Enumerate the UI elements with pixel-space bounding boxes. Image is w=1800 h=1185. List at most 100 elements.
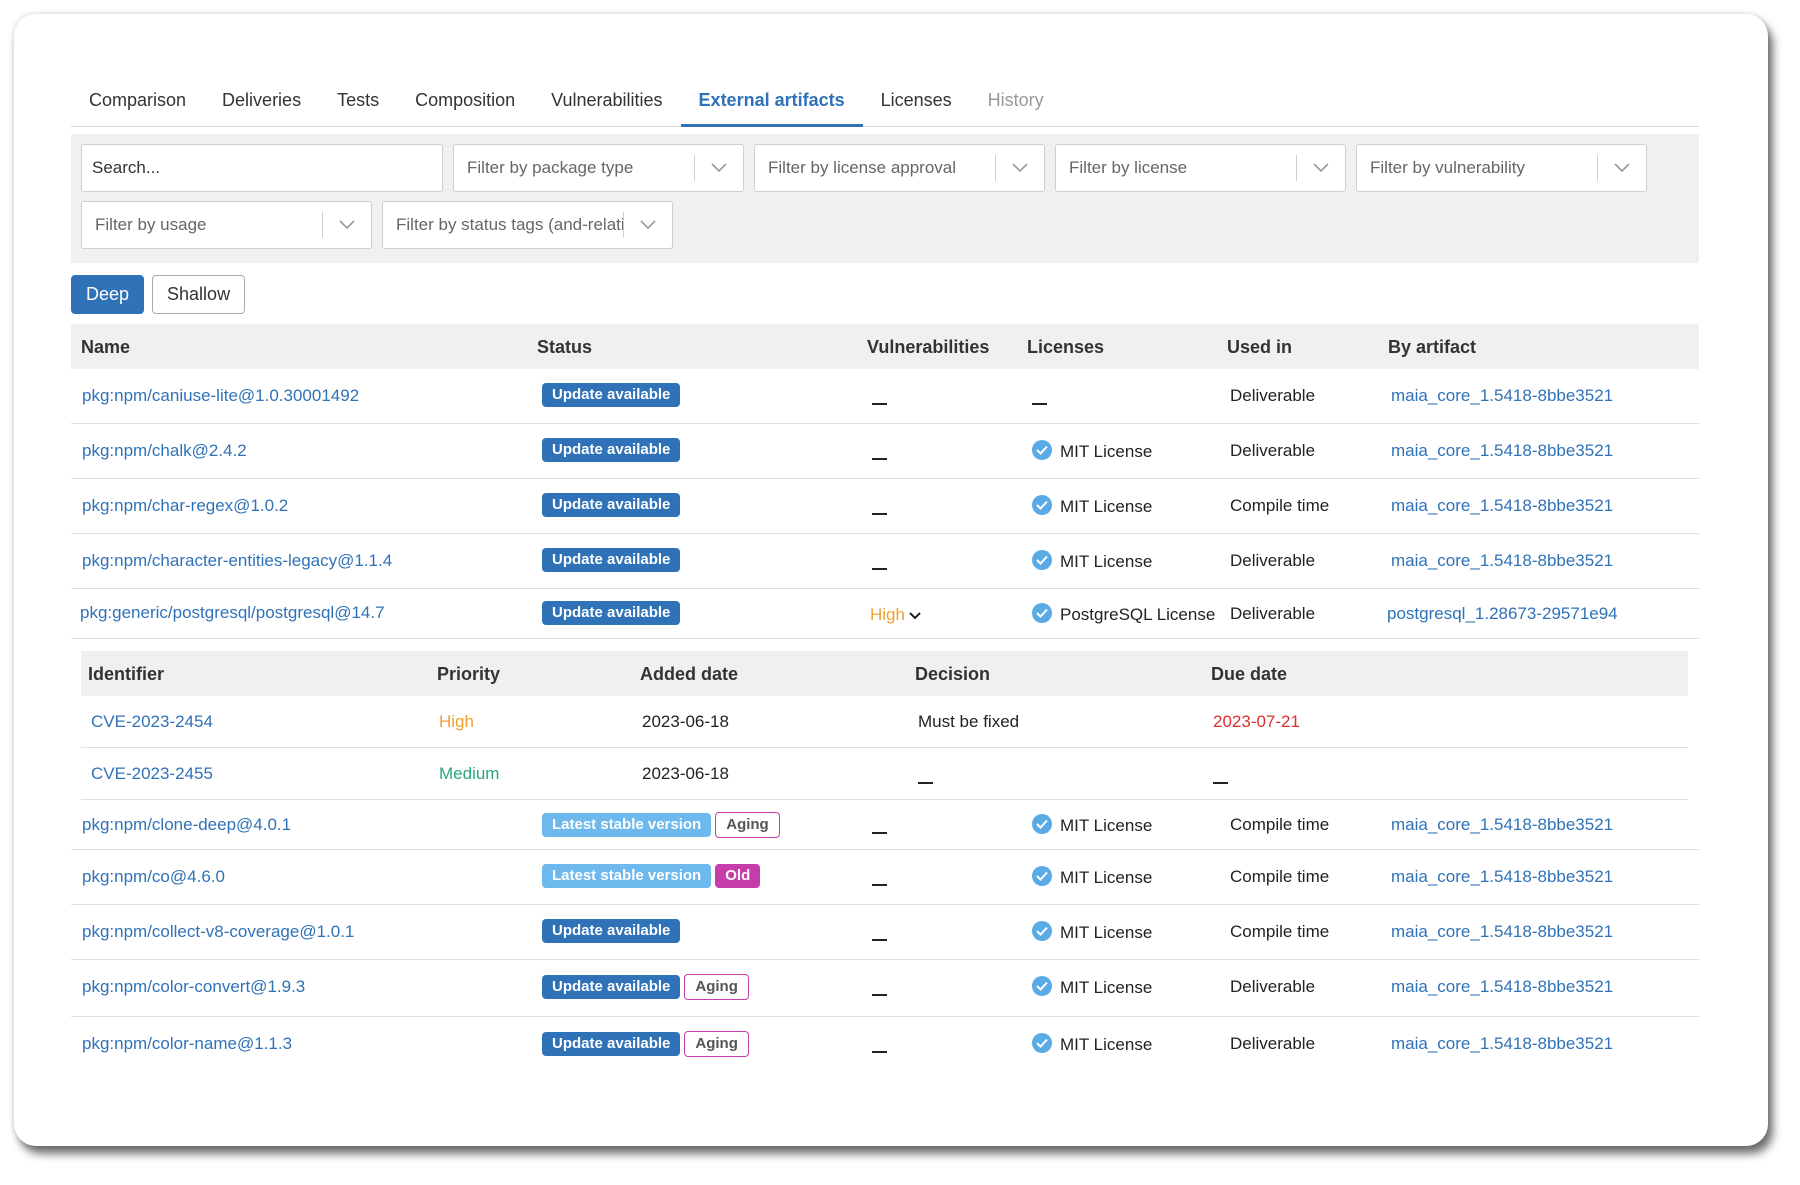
artifact-link[interactable]: maia_core_1.5418-8bbe3521: [1391, 815, 1613, 835]
header-name[interactable]: Name: [81, 337, 130, 358]
vulnerability-toggle[interactable]: High: [870, 605, 921, 625]
artifact-link[interactable]: postgresql_1.28673-29571e94: [1387, 604, 1618, 624]
status-tags-select[interactable]: Filter by status tags (and-relation): [382, 201, 673, 249]
license-approval-select[interactable]: Filter by license approval: [754, 144, 1045, 192]
chevron-down-icon[interactable]: [695, 163, 743, 173]
header-priority: Priority: [437, 664, 501, 684]
vulnerability-severity: High: [870, 605, 905, 624]
empty-dash: [918, 781, 933, 784]
cve-link[interactable]: CVE-2023-2454: [91, 712, 213, 732]
header-vulnerabilities[interactable]: Vulnerabilities: [867, 337, 989, 358]
license-label: MIT License: [1060, 497, 1153, 516]
used-in-value: Compile time: [1230, 815, 1330, 834]
header-by-artifact[interactable]: By artifact: [1388, 337, 1476, 358]
table-row[interactable]: pkg:npm/co@4.6.0 Latest stable version Ol…: [71, 850, 1699, 905]
update-available-badge: Update available: [542, 383, 681, 407]
tab-licenses[interactable]: Licenses: [863, 72, 970, 127]
priority-value: Medium: [439, 764, 500, 783]
latest-stable-badge: Latest stable version: [542, 813, 712, 837]
usage-select[interactable]: Filter by usage: [81, 201, 372, 249]
package-link[interactable]: pkg:npm/collect-v8-coverage@1.0.1: [82, 922, 354, 942]
check-circle-icon: [1032, 921, 1052, 941]
table-row[interactable]: pkg:npm/caniuse-lite@1.0.30001492 Update…: [71, 369, 1699, 424]
check-circle-icon: [1032, 495, 1052, 515]
old-tag: Old: [715, 864, 761, 888]
table-row[interactable]: pkg:npm/color-convert@1.9.3 Update avail…: [71, 960, 1699, 1017]
header-used-in[interactable]: Used in: [1227, 337, 1292, 358]
due-date-value: 2023-07-21: [1213, 712, 1300, 731]
table-row[interactable]: pkg:npm/character-entities-legacy@1.1.4 …: [71, 534, 1699, 589]
added-date-value: 2023-06-18: [642, 764, 729, 783]
tab-vulnerabilities[interactable]: Vulnerabilities: [533, 72, 680, 127]
package-link[interactable]: pkg:npm/color-name@1.1.3: [82, 1034, 292, 1054]
artifact-link[interactable]: maia_core_1.5418-8bbe3521: [1391, 922, 1613, 942]
update-available-badge: Update available: [542, 1032, 681, 1056]
update-available-badge: Update available: [542, 601, 681, 625]
window-card: Comparison Deliveries Tests Composition …: [14, 14, 1768, 1146]
cve-link[interactable]: CVE-2023-2455: [91, 764, 213, 784]
package-link[interactable]: pkg:npm/char-regex@1.0.2: [82, 496, 288, 516]
table-row[interactable]: pkg:npm/char-regex@1.0.2 Update availabl…: [71, 479, 1699, 534]
header-status[interactable]: Status: [537, 337, 592, 358]
aging-tag: Aging: [684, 1031, 749, 1057]
table-row-expanded[interactable]: pkg:generic/postgresql/postgresql@14.7 U…: [71, 589, 1699, 639]
license-label: MIT License: [1060, 1035, 1153, 1054]
tab-comparison[interactable]: Comparison: [71, 72, 204, 127]
package-link[interactable]: pkg:generic/postgresql/postgresql@14.7: [80, 603, 385, 623]
package-link[interactable]: pkg:npm/co@4.6.0: [82, 867, 225, 887]
license-select[interactable]: Filter by license: [1055, 144, 1346, 192]
vulnerability-row[interactable]: CVE-2023-2455 Medium 2023-06-18: [81, 748, 1688, 800]
priority-value: High: [439, 712, 474, 731]
empty-dash: [872, 457, 887, 460]
update-available-badge: Update available: [542, 919, 681, 943]
header-due-date: Due date: [1211, 664, 1288, 684]
artifacts-table: Name Status Vulnerabilities Licenses Use…: [71, 324, 1699, 1072]
package-link[interactable]: pkg:npm/color-convert@1.9.3: [82, 977, 305, 997]
license-label: PostgreSQL License: [1060, 605, 1216, 624]
main-content: Comparison Deliveries Tests Composition …: [71, 72, 1699, 1072]
update-available-badge: Update available: [542, 438, 681, 462]
aging-tag: Aging: [715, 812, 780, 838]
vulnerability-row[interactable]: CVE-2023-2454 High 2023-06-18 Must be fi…: [81, 696, 1688, 748]
empty-dash: [872, 993, 887, 996]
package-link[interactable]: pkg:npm/chalk@2.4.2: [82, 441, 247, 461]
package-type-select[interactable]: Filter by package type: [453, 144, 744, 192]
aging-tag: Aging: [684, 974, 749, 1000]
chevron-down-icon[interactable]: [323, 220, 371, 230]
empty-dash: [872, 831, 887, 834]
artifact-link[interactable]: maia_core_1.5418-8bbe3521: [1391, 386, 1613, 406]
used-in-value: Deliverable: [1230, 977, 1316, 996]
used-in-value: Deliverable: [1230, 551, 1316, 570]
search-input[interactable]: Search...: [81, 144, 443, 192]
artifact-link[interactable]: maia_core_1.5418-8bbe3521: [1391, 977, 1613, 997]
chevron-down-icon[interactable]: [1598, 163, 1646, 173]
check-circle-icon: [1032, 603, 1052, 623]
chevron-down-icon[interactable]: [996, 163, 1044, 173]
artifact-link[interactable]: maia_core_1.5418-8bbe3521: [1391, 496, 1613, 516]
chevron-down-icon[interactable]: [1297, 163, 1345, 173]
package-type-placeholder: Filter by package type: [467, 158, 634, 177]
table-row[interactable]: pkg:npm/color-name@1.1.3 Update availabl…: [71, 1017, 1699, 1072]
vulnerability-detail-header: Identifier Priority Added date Decision …: [81, 651, 1688, 696]
package-link[interactable]: pkg:npm/caniuse-lite@1.0.30001492: [82, 386, 359, 406]
table-row[interactable]: pkg:npm/collect-v8-coverage@1.0.1 Update…: [71, 905, 1699, 960]
tab-external-artifacts[interactable]: External artifacts: [680, 72, 863, 127]
tab-composition[interactable]: Composition: [397, 72, 533, 127]
artifact-link[interactable]: maia_core_1.5418-8bbe3521: [1391, 867, 1613, 887]
license-label: MIT License: [1060, 923, 1153, 942]
package-link[interactable]: pkg:npm/clone-deep@4.0.1: [82, 815, 291, 835]
tab-tests[interactable]: Tests: [319, 72, 397, 127]
header-licenses[interactable]: Licenses: [1027, 337, 1104, 358]
package-link[interactable]: pkg:npm/character-entities-legacy@1.1.4: [82, 551, 392, 571]
deep-button[interactable]: Deep: [71, 275, 145, 314]
table-row[interactable]: pkg:npm/clone-deep@4.0.1 Latest stable v…: [71, 800, 1699, 850]
table-row[interactable]: pkg:npm/chalk@2.4.2 Update available MIT…: [71, 424, 1699, 479]
artifact-link[interactable]: maia_core_1.5418-8bbe3521: [1391, 1034, 1613, 1054]
artifact-link[interactable]: maia_core_1.5418-8bbe3521: [1391, 551, 1613, 571]
shallow-button[interactable]: Shallow: [152, 275, 246, 314]
artifact-link[interactable]: maia_core_1.5418-8bbe3521: [1391, 441, 1613, 461]
chevron-down-icon[interactable]: [624, 220, 672, 230]
tab-deliveries[interactable]: Deliveries: [204, 72, 319, 127]
usage-placeholder: Filter by usage: [95, 215, 207, 234]
vulnerability-select[interactable]: Filter by vulnerability: [1356, 144, 1647, 192]
